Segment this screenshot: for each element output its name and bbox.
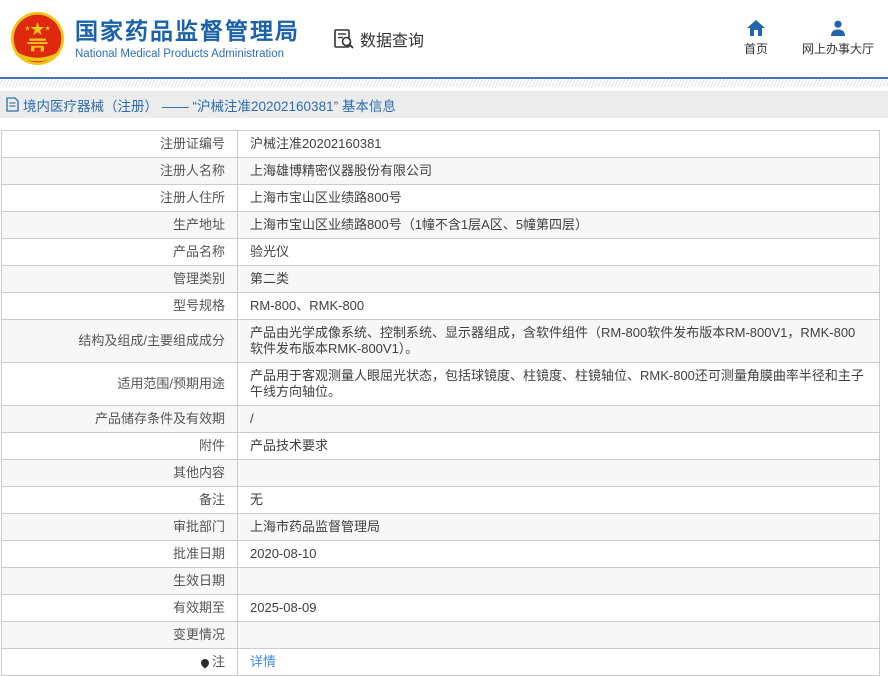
- row-value: 产品由光学成像系统、控制系统、显示器组成，含软件组件（RM-800软件发布版本R…: [237, 319, 880, 363]
- table-row: 产品储存条件及有效期 /: [1, 405, 880, 433]
- row-value: 无: [237, 486, 880, 514]
- table-row: 产品名称 验光仪: [1, 238, 880, 266]
- row-label: 产品名称: [1, 238, 238, 266]
- row-label: 批准日期: [1, 540, 238, 568]
- info-table-body: 注册证编号 沪械注准20202160381 注册人名称 上海雄博精密仪器股份有限公司注…: [1, 130, 880, 676]
- row-value: 上海市药品监督管理局: [237, 513, 880, 541]
- row-value: /: [237, 405, 880, 433]
- national-emblem-logo: [10, 11, 65, 66]
- table-row: 其他内容: [1, 459, 880, 487]
- row-value: 详情: [237, 648, 880, 676]
- row-value: 上海市宝山区业绩路800号: [237, 184, 880, 212]
- nav-item-home[interactable]: 首页: [744, 20, 768, 57]
- note-pin-icon: [199, 657, 211, 669]
- row-value: 2020-08-10: [237, 540, 880, 568]
- row-label: 备注: [1, 486, 238, 514]
- row-label: 注册人名称: [1, 157, 238, 185]
- row-value: 第二类: [237, 265, 880, 293]
- row-value: 产品技术要求: [237, 432, 880, 460]
- row-label: 适用范围/预期用途: [1, 362, 238, 406]
- row-label: 注: [1, 648, 238, 676]
- org-name-cn: 国家药品监督管理局: [75, 17, 300, 44]
- row-label: 其他内容: [1, 459, 238, 487]
- row-label: 型号规格: [1, 292, 238, 320]
- row-label: 审批部门: [1, 513, 238, 541]
- row-value: 验光仪: [237, 238, 880, 266]
- table-row: 管理类别 第二类: [1, 265, 880, 293]
- user-icon: [830, 20, 845, 36]
- table-row: 注册人名称 上海雄博精密仪器股份有限公司: [1, 157, 880, 185]
- site-header: 国家药品监督管理局 National Medical Products Admi…: [0, 0, 888, 79]
- detail-link[interactable]: 详情: [250, 654, 276, 669]
- table-row: 审批部门 上海市药品监督管理局: [1, 513, 880, 541]
- table-row: 结构及组成/主要组成成分 产品由光学成像系统、控制系统、显示器组成，含软件组件（R…: [1, 319, 880, 363]
- table-row: 注册证编号 沪械注准20202160381: [1, 130, 880, 158]
- table-row: 适用范围/预期用途 产品用于客观测量人眼屈光状态，包括球镜度、柱镜度、柱镜轴位、R…: [1, 362, 880, 406]
- row-label: 管理类别: [1, 265, 238, 293]
- row-label: 生产地址: [1, 211, 238, 239]
- data-query-icon: [334, 28, 354, 49]
- table-row: 附件 产品技术要求: [1, 432, 880, 460]
- table-row: 生产地址 上海市宝山区业绩路800号（1幢不含1层A区、5幢第四层）: [1, 211, 880, 239]
- org-name-en: National Medical Products Administration: [75, 47, 285, 60]
- nav-service-hall-label: 网上办事大厅: [801, 42, 874, 56]
- page-title: 境内医疗器械（注册） —— “沪械注准20202160381” 基本信息: [23, 98, 396, 114]
- row-label: 注册人住所: [1, 184, 238, 212]
- header-hatch-divider: [0, 79, 888, 87]
- row-value: [237, 459, 880, 487]
- org-title-block: 国家药品监督管理局 National Medical Products Admi…: [75, 18, 300, 60]
- data-query-label: 数据查询: [360, 32, 425, 50]
- page-title-bar: 境内医疗器械（注册） —— “沪械注准20202160381” 基本信息: [0, 91, 888, 118]
- table-row: 变更情况: [1, 621, 880, 649]
- table-row: 注册人住所 上海市宝山区业绩路800号: [1, 184, 880, 212]
- nav-item-service-hall[interactable]: 网上办事大厅: [802, 20, 874, 57]
- header-nav: 首页 网上办事大厅: [744, 20, 874, 57]
- row-value: 沪械注准20202160381: [237, 130, 880, 158]
- row-label: 变更情况: [1, 621, 238, 649]
- document-icon: [6, 97, 19, 112]
- nav-home-label: 首页: [743, 42, 768, 56]
- row-label: 生效日期: [1, 567, 238, 595]
- home-icon: [746, 20, 765, 36]
- info-table: 注册证编号 沪械注准20202160381 注册人名称 上海雄博精密仪器股份有限公司注…: [1, 130, 880, 676]
- table-row: 型号规格 RM-800、RMK-800: [1, 292, 880, 320]
- table-row: 有效期至 2025-08-09: [1, 594, 880, 622]
- row-label: 结构及组成/主要组成成分: [1, 319, 238, 363]
- table-row: 备注无: [1, 486, 880, 514]
- row-label: 附件: [1, 432, 238, 460]
- table-row: 生效日期: [1, 567, 880, 595]
- registration-info: 注册证编号 沪械注准20202160381 注册人名称 上海雄博精密仪器股份有限公司注…: [1, 130, 880, 676]
- row-value: 产品用于客观测量人眼屈光状态，包括球镜度、柱镜度、柱镜轴位、RMK-800还可测…: [237, 362, 880, 406]
- row-value: 上海市宝山区业绩路800号（1幢不含1层A区、5幢第四层）: [237, 211, 880, 239]
- data-query-section[interactable]: 数据查询: [332, 27, 424, 51]
- table-row: 批准日期 2020-08-10: [1, 540, 880, 568]
- row-label: 产品储存条件及有效期: [1, 405, 238, 433]
- row-label: 有效期至: [1, 594, 238, 622]
- row-value: [237, 621, 880, 649]
- row-label: 注册证编号: [1, 130, 238, 158]
- row-value: 2025-08-09: [237, 594, 880, 622]
- row-value: [237, 567, 880, 595]
- row-value: RM-800、RMK-800: [237, 292, 880, 320]
- row-value: 上海雄博精密仪器股份有限公司: [237, 157, 880, 185]
- table-row: 注详情: [1, 648, 880, 676]
